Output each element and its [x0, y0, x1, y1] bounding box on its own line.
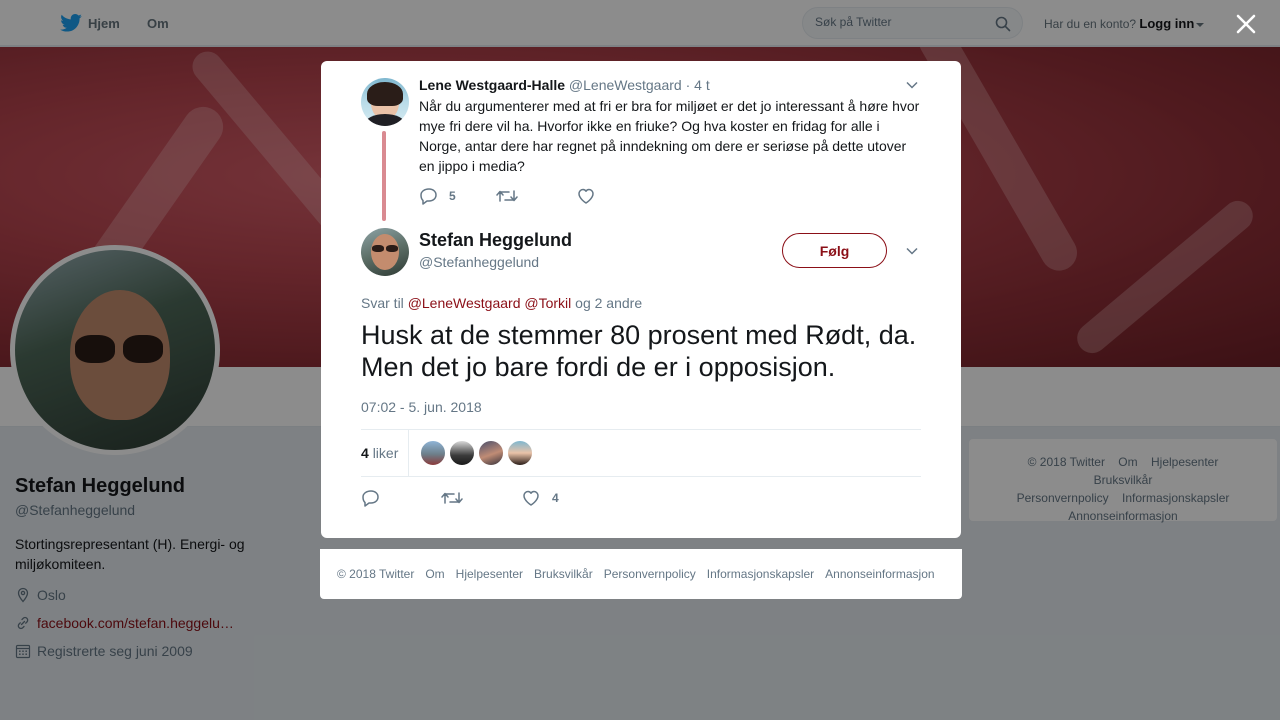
- modal-footer-link[interactable]: Hjelpesenter: [456, 567, 523, 581]
- heart-icon: [523, 490, 539, 506]
- parent-tweet-header: Lene Westgaard-Halle @LeneWestgaard · 4 …: [419, 77, 710, 93]
- modal-footer-link[interactable]: Personvernpolicy: [604, 567, 696, 581]
- modal-footer-link[interactable]: Informasjonskapsler: [707, 567, 814, 581]
- mention-link[interactable]: @LeneWestgaard: [408, 295, 521, 311]
- follow-button[interactable]: Følg: [782, 233, 887, 268]
- heart-icon: [577, 188, 594, 204]
- reply-prefix: Svar til: [361, 295, 404, 311]
- reply-icon: [420, 188, 437, 205]
- modal-footer-link[interactable]: Om: [425, 567, 444, 581]
- retweet-button[interactable]: [441, 490, 463, 506]
- stats-divider: [408, 430, 409, 476]
- replying-to: Svar til @LeneWestgaard @Torkil og 2 and…: [361, 295, 642, 311]
- liker-avatar[interactable]: [507, 440, 533, 466]
- tweet-timestamp[interactable]: 07:02 - 5. jun. 2018: [361, 399, 482, 415]
- modal-footer-link[interactable]: Bruksvilkår: [534, 567, 593, 581]
- parent-tweet-text: Når du argumenterer med at fri er bra fo…: [419, 98, 920, 174]
- like-button[interactable]: 4: [521, 489, 559, 507]
- parent-tweet-avatar[interactable]: [361, 78, 409, 126]
- chevron-down-icon[interactable]: [906, 81, 918, 89]
- reply-count: 5: [449, 189, 456, 203]
- liker-avatar[interactable]: [478, 440, 504, 466]
- modal-footer-link[interactable]: Annonseinformasjon: [825, 567, 934, 581]
- parent-tweet-time[interactable]: · 4 t: [686, 77, 710, 93]
- tweet-text: Husk at de stemmer 80 prosent med Rødt, …: [361, 320, 917, 382]
- modal-footer: © 2018 Twitter Om Hjelpesenter Bruksvilk…: [320, 549, 962, 599]
- likes-count: 4: [361, 445, 369, 461]
- tweet-author-handle[interactable]: @Stefanheggelund: [419, 254, 539, 270]
- likers-avatars: [420, 440, 536, 466]
- reply-icon: [362, 490, 379, 507]
- tweet-modal: Lene Westgaard-Halle @LeneWestgaard · 4 …: [321, 61, 961, 538]
- retweet-icon: [495, 190, 518, 202]
- reply-button[interactable]: 5: [419, 187, 456, 205]
- like-button[interactable]: [576, 187, 596, 205]
- like-count: 4: [552, 491, 559, 505]
- mention-link[interactable]: @Torkil: [524, 295, 571, 311]
- parent-tweet-actions: 5: [419, 187, 596, 205]
- tweet-actions: 4: [361, 489, 559, 507]
- liker-avatar[interactable]: [420, 440, 446, 466]
- likes-stat[interactable]: 4 liker: [361, 445, 398, 461]
- retweet-icon: [441, 492, 463, 504]
- reply-button[interactable]: [361, 489, 381, 507]
- parent-tweet-handle[interactable]: @LeneWestgaard: [569, 77, 682, 93]
- liker-avatar[interactable]: [449, 440, 475, 466]
- modal-footer-copyright: © 2018 Twitter: [337, 567, 415, 581]
- likes-label: liker: [372, 445, 399, 461]
- tweet-author-name[interactable]: Stefan Heggelund: [419, 230, 572, 251]
- retweet-button[interactable]: [495, 188, 518, 204]
- reply-others[interactable]: og 2 andre: [575, 295, 642, 311]
- thread-connector: [382, 131, 386, 221]
- tweet-stats: 4 liker: [361, 429, 921, 477]
- parent-tweet-name[interactable]: Lene Westgaard-Halle: [419, 77, 565, 93]
- close-icon[interactable]: [1233, 11, 1259, 37]
- tweet-author-avatar[interactable]: [361, 228, 409, 276]
- chevron-down-icon[interactable]: [906, 247, 918, 255]
